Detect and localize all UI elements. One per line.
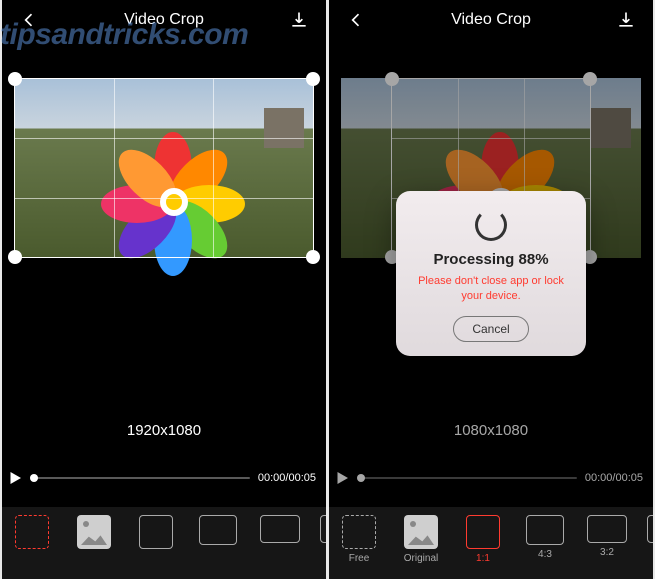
- aspect-box-icon: [199, 515, 237, 545]
- aspect-option-1-1[interactable]: 1:1: [453, 515, 513, 564]
- video-canvas[interactable]: 1920x1080 00:00/00:05: [2, 40, 326, 507]
- seek-track[interactable]: [32, 477, 250, 479]
- video-canvas[interactable]: Processing 88% Please don't close app or…: [329, 40, 653, 507]
- processing-dialog: Processing 88% Please don't close app or…: [396, 191, 586, 356]
- crop-handle-tr[interactable]: [306, 72, 320, 86]
- aspect-option-label: Original: [404, 553, 438, 564]
- crop-rectangle[interactable]: [14, 78, 314, 258]
- aspect-box-icon: [15, 515, 49, 549]
- screenshot-right: Video Crop: [329, 0, 653, 579]
- time-display: 00:00/00:05: [258, 472, 316, 484]
- crop-handle-br[interactable]: [306, 250, 320, 264]
- aspect-option-5-3[interactable]: [312, 515, 326, 547]
- processing-overlay: Processing 88% Please don't close app or…: [329, 40, 653, 507]
- seek-thumb[interactable]: [30, 474, 38, 482]
- aspect-option-free[interactable]: Free: [329, 515, 389, 564]
- processing-warning: Please don't close app or lock your devi…: [410, 274, 572, 304]
- back-button[interactable]: [16, 7, 42, 33]
- arrow-left-icon: [346, 10, 366, 30]
- crop-handle-tl[interactable]: [8, 72, 22, 86]
- aspect-option-label: 4:3: [538, 549, 552, 560]
- aspect-box-icon: [647, 515, 653, 543]
- screenshot-left: Video Crop: [2, 0, 326, 579]
- aspect-option-free[interactable]: [2, 515, 62, 553]
- aspect-option-1-1[interactable]: [126, 515, 186, 553]
- aspect-box-icon: [320, 515, 326, 543]
- aspect-option-label: Free: [349, 553, 370, 564]
- play-button[interactable]: [6, 469, 24, 487]
- aspect-option-label: 1:1: [476, 553, 490, 564]
- page-title: Video Crop: [124, 11, 204, 29]
- aspect-box-icon: [342, 515, 376, 549]
- arrow-left-icon: [19, 10, 39, 30]
- header: Video Crop: [329, 0, 653, 40]
- cancel-button[interactable]: Cancel: [453, 316, 528, 342]
- spinner-icon: [475, 209, 507, 241]
- aspect-box-icon: [260, 515, 300, 543]
- back-button[interactable]: [343, 7, 369, 33]
- export-button[interactable]: [613, 7, 639, 33]
- aspect-option-label: 3:2: [600, 547, 614, 558]
- image-icon: [77, 515, 111, 549]
- aspect-option-original[interactable]: Original: [391, 515, 451, 564]
- aspect-option-4-3[interactable]: [188, 515, 248, 549]
- header: Video Crop: [2, 0, 326, 40]
- download-icon: [289, 10, 309, 30]
- aspect-box-icon: [587, 515, 627, 543]
- aspect-option-4-3[interactable]: 4:3: [515, 515, 575, 560]
- aspect-option-original[interactable]: [64, 515, 124, 553]
- export-button[interactable]: [286, 7, 312, 33]
- dimension-label: 1920x1080: [2, 422, 326, 439]
- crop-handle-bl[interactable]: [8, 250, 22, 264]
- aspect-option-3-2[interactable]: [250, 515, 310, 547]
- processing-headline: Processing 88%: [410, 251, 572, 268]
- playback-bar: 00:00/00:05: [6, 469, 316, 487]
- image-icon: [404, 515, 438, 549]
- aspect-box-icon: [526, 515, 564, 545]
- aspect-box-icon: [139, 515, 173, 549]
- aspect-option-5-3[interactable]: 5: [639, 515, 653, 558]
- aspect-toolbar: [2, 507, 326, 579]
- page-title: Video Crop: [451, 11, 531, 29]
- download-icon: [616, 10, 636, 30]
- aspect-option-3-2[interactable]: 3:2: [577, 515, 637, 558]
- play-icon: [6, 469, 24, 487]
- aspect-box-icon: [466, 515, 500, 549]
- aspect-toolbar: Free Original 1:1 4:3 3:2 5: [329, 507, 653, 579]
